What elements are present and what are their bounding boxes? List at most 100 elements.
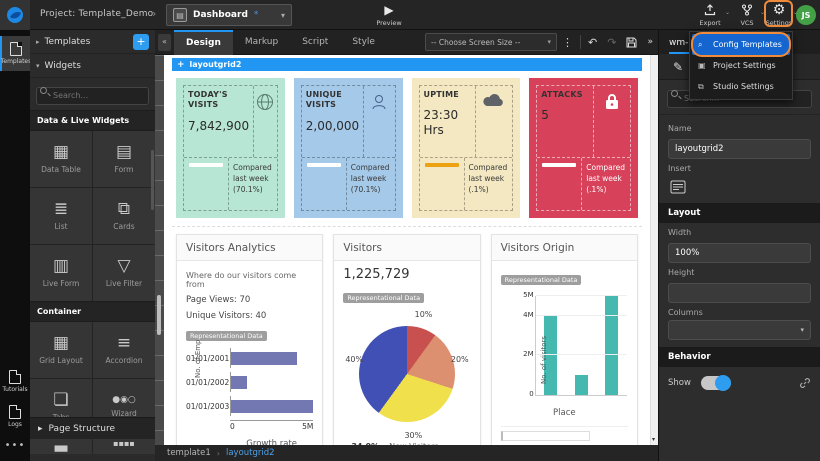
tab-markup[interactable]: Markup	[233, 30, 290, 55]
panel-visitors[interactable]: Visitors 1,225,729 Representational Data…	[333, 234, 480, 445]
chevron-down-icon: ▾	[548, 38, 552, 46]
editor-main: « Design Markup Script Style -- Choose S…	[155, 30, 658, 461]
canvas-scrollbar-thumb[interactable]	[157, 295, 161, 335]
toolbar-divider	[580, 35, 581, 49]
card-todays-visits[interactable]: TODAY'S VISITS 7,842,900	[176, 78, 285, 218]
wizard-icon: ●◉○	[112, 396, 136, 405]
insert-icon	[670, 180, 686, 194]
show-toggle[interactable]	[701, 376, 731, 390]
project-chevron-icon: ›	[152, 7, 156, 20]
user-avatar[interactable]: JS	[796, 5, 816, 25]
undo-button[interactable]: ↶	[583, 36, 602, 49]
sidebar-collapse-button[interactable]: «	[158, 34, 171, 51]
behavior-section-header: Behavior	[659, 347, 820, 367]
collapse-arrow-icon: ▸	[38, 424, 43, 434]
tab-script[interactable]: Script	[290, 30, 340, 55]
tab-design[interactable]: Design	[174, 30, 233, 55]
gear-icon: ⚙	[773, 3, 786, 17]
card-uptime[interactable]: UPTIME 23:30 Hrs	[412, 78, 521, 218]
more-options-icon[interactable]: •••	[0, 434, 30, 457]
list-icon: ≣	[54, 201, 68, 218]
search-icon	[40, 87, 47, 94]
menu-item-studio-settings[interactable]: ⧉ Studio Settings	[692, 76, 790, 97]
name-input[interactable]	[668, 139, 811, 159]
search-icon	[671, 90, 678, 97]
widget-cards[interactable]: ⧉Cards	[93, 188, 155, 244]
templates-icon	[10, 42, 22, 56]
export-icon	[704, 3, 716, 17]
panel-title: Visitors Analytics	[177, 235, 322, 261]
card-unique-visits[interactable]: UNIQUE VISITS 2,00,000	[294, 78, 403, 218]
more-panels-chevron-icon[interactable]: »	[642, 37, 658, 47]
globe-icon	[255, 92, 275, 112]
collapse-arrow-icon: ▸	[36, 38, 40, 46]
preview-button[interactable]: ▶ Preview	[372, 3, 406, 27]
menu-item-project-settings[interactable]: ▣ Project Settings	[692, 55, 790, 76]
widget-live-form[interactable]: ▥Live Form	[30, 245, 92, 301]
rail-item-templates[interactable]: Templates	[0, 36, 30, 71]
settings-dropdown-menu: ⌕ Config Templates ▣ Project Settings ⧉ …	[689, 31, 793, 100]
visitors-pie	[359, 326, 455, 422]
menu-item-config-templates[interactable]: ⌕ Config Templates	[692, 34, 790, 55]
studio-settings-icon: ⧉	[698, 82, 708, 92]
width-input[interactable]	[668, 243, 811, 263]
table-filter-input[interactable]	[501, 431, 590, 441]
height-label: Height	[659, 263, 820, 280]
save-button[interactable]	[621, 37, 642, 48]
vcs-branch-icon	[741, 3, 753, 17]
export-button[interactable]: Export	[693, 3, 727, 27]
panel-visitors-origin[interactable]: Visitors Origin Representational Data No…	[491, 234, 638, 445]
panel-visitors-analytics[interactable]: Visitors Analytics Where do our visitors…	[176, 234, 323, 445]
tab-style[interactable]: Style	[340, 30, 387, 55]
page-icon: ▤	[173, 8, 187, 22]
data-table-icon: ▦	[53, 144, 69, 161]
breadcrumb-template1[interactable]: template1	[167, 448, 211, 458]
user-icon	[369, 92, 389, 112]
templates-section-header[interactable]: ▸ Templates +	[30, 30, 155, 54]
sidebar-scrollbar[interactable]	[151, 150, 154, 210]
bind-link-icon[interactable]	[799, 377, 811, 389]
vcs-button[interactable]: VCS	[730, 3, 764, 27]
rail-item-tutorials[interactable]: Tutorials	[0, 364, 30, 399]
breadcrumb: template1 › layoutgrid2	[155, 445, 658, 461]
panel-title: Visitors Origin	[492, 235, 637, 261]
origin-table: John Doe 20	[501, 426, 628, 445]
widgets-section-header[interactable]: ▾ Widgets	[30, 54, 155, 78]
columns-dropdown[interactable]: ▾	[668, 320, 811, 340]
brand-logo[interactable]	[0, 0, 30, 30]
app-window: Project: Template_Demo › ▤ Dashboard * ▾…	[0, 0, 820, 461]
widget-data-table[interactable]: ▦Data Table	[30, 131, 92, 187]
kebab-menu-icon[interactable]: ⋮	[557, 36, 578, 49]
widget-grid-layout[interactable]: ▦Grid Layout	[30, 322, 92, 378]
add-template-button[interactable]: +	[133, 34, 149, 50]
visitors-pie-chart: 10% 20% 30% 40%	[343, 314, 470, 434]
vertical-ruler	[155, 55, 164, 445]
page-structure-header[interactable]: ▸ Page Structure	[30, 417, 155, 439]
section-title-container: Container	[30, 301, 155, 322]
widget-form[interactable]: ▤Form	[93, 131, 155, 187]
edit-pencil-icon[interactable]: ✎	[673, 60, 683, 74]
insert-row-button[interactable]	[668, 178, 688, 196]
representational-data-badge: Representational Data	[501, 275, 582, 285]
width-label: Width	[659, 223, 820, 240]
column-b	[575, 375, 588, 395]
section-title-data-live: Data & Live Widgets	[30, 110, 155, 131]
settings-button[interactable]: ⚙ Settings	[762, 3, 796, 27]
wavemaker-logo-icon	[6, 6, 24, 24]
card-attacks[interactable]: ATTACKS 5	[529, 78, 638, 218]
page-selector-dropdown[interactable]: ▤ Dashboard * ▾	[166, 4, 292, 26]
widget-list[interactable]: ≣List	[30, 188, 92, 244]
project-settings-icon: ▣	[698, 61, 708, 70]
widget-accordion[interactable]: ≡Accordion	[93, 322, 155, 378]
live-form-icon: ▥	[53, 258, 69, 275]
canvas-right-scrollbar[interactable]	[650, 55, 658, 445]
widget-search-input[interactable]	[36, 87, 149, 105]
screen-size-dropdown[interactable]: -- Choose Screen Size -- ▾	[425, 33, 557, 51]
selected-widget-bar[interactable]: + layoutgrid2	[172, 58, 642, 71]
show-label: Show	[668, 378, 691, 388]
height-input[interactable]	[668, 283, 811, 303]
breadcrumb-layoutgrid2[interactable]: layoutgrid2	[226, 448, 275, 458]
redo-button[interactable]: ↷	[602, 36, 621, 49]
rail-item-logs[interactable]: Logs	[0, 399, 30, 434]
widget-live-filter[interactable]: ▽Live Filter	[93, 245, 155, 301]
